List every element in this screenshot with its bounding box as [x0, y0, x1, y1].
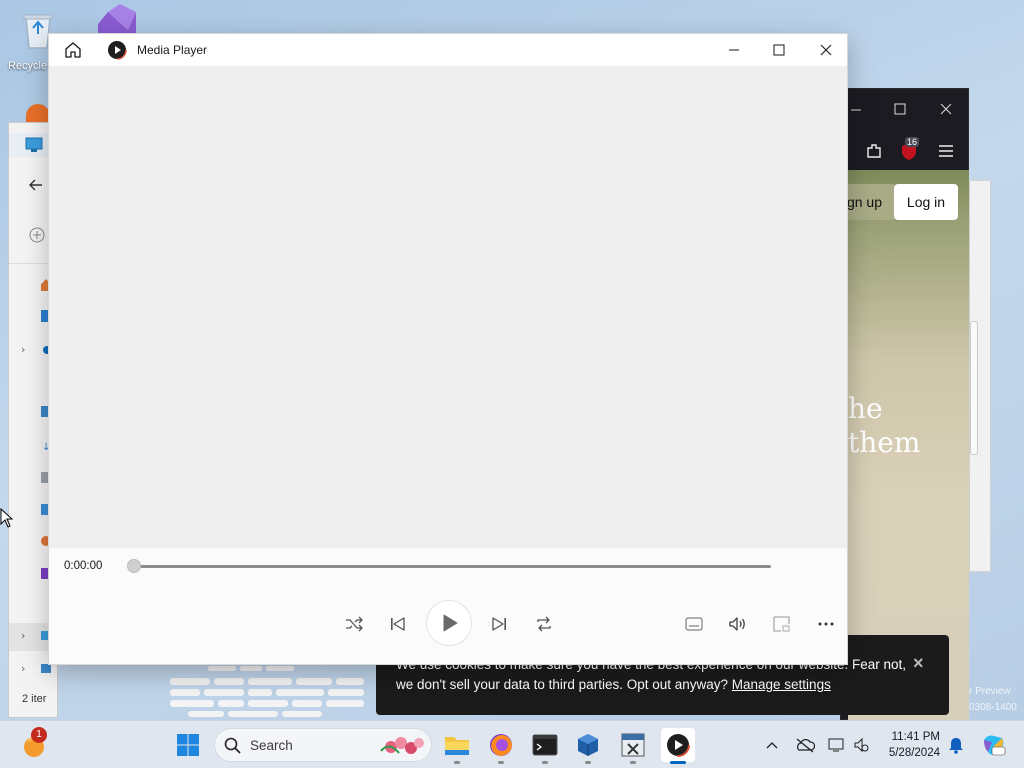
start-button[interactable]: [172, 729, 204, 761]
windows-logo-icon: [177, 734, 199, 756]
playback-controls: 0:00:00: [49, 548, 847, 664]
title-bar[interactable]: Media Player: [49, 34, 847, 66]
copilot-icon[interactable]: [980, 732, 1006, 758]
play-button[interactable]: [426, 600, 472, 646]
notification-badge: 1: [31, 727, 47, 743]
running-indicator: [454, 761, 460, 764]
arrow-left-icon: [29, 179, 42, 191]
running-indicator: [498, 761, 504, 764]
seek-bar[interactable]: [133, 565, 771, 568]
minimize-icon[interactable]: [727, 43, 741, 57]
hamburger-menu-icon[interactable]: [937, 143, 955, 159]
cookie-text-line2: we don't sell your data to third parties…: [396, 675, 831, 695]
panel-field: [970, 321, 978, 455]
running-indicator: [585, 761, 591, 764]
notification-bell-icon[interactable]: [948, 736, 964, 754]
volume-muted-icon[interactable]: [853, 737, 869, 753]
ublock-badge: 16: [905, 137, 920, 147]
volume-button[interactable]: [722, 608, 754, 640]
extensions-icon[interactable]: [865, 142, 883, 160]
firefox-icon: [490, 734, 512, 756]
subtitles-button[interactable]: [678, 608, 710, 640]
archive-icon: [621, 733, 645, 757]
site-logo: [168, 664, 368, 720]
home-icon[interactable]: [64, 41, 82, 59]
active-app-indicator: [670, 761, 686, 764]
seek-thumb[interactable]: [127, 559, 141, 573]
monitor-icon: [25, 137, 43, 152]
manage-settings-link[interactable]: Manage settings: [732, 677, 831, 692]
skip-next-icon: [492, 617, 506, 631]
mouse-cursor-icon: [0, 508, 14, 528]
running-indicator: [542, 761, 548, 764]
terminal-icon: [532, 734, 558, 756]
maximize-icon[interactable]: [894, 103, 906, 115]
volume-icon: [729, 617, 745, 631]
media-player-logo-icon: [107, 40, 127, 60]
next-button[interactable]: [483, 608, 515, 640]
chevron-right-icon[interactable]: ›: [21, 629, 25, 642]
browser-headline-line2: them: [848, 426, 921, 459]
captions-icon: [685, 617, 703, 631]
maximize-icon[interactable]: [772, 43, 786, 57]
network-icon[interactable]: [827, 737, 847, 753]
taskbar: 1 Search 11:41 PM 5/28/2024: [0, 720, 1024, 768]
repeat-icon: [537, 616, 551, 632]
cookie-close-button[interactable]: ×: [913, 653, 924, 674]
system-clock[interactable]: 11:41 PM 5/28/2024: [889, 729, 940, 761]
virtualbox-app[interactable]: [572, 729, 604, 761]
skip-previous-icon: [391, 617, 405, 631]
terminal-app[interactable]: [529, 729, 561, 761]
plus-circle-icon: [29, 227, 45, 243]
cookie-text-line2-text: we don't sell your data to third parties…: [396, 677, 732, 692]
video-area[interactable]: [49, 66, 847, 548]
preview-watermark-line1: r Preview: [969, 686, 1011, 697]
clock-time: 11:41 PM: [891, 731, 940, 743]
running-indicator: [630, 761, 636, 764]
signup-button[interactable]: ign up: [848, 184, 894, 220]
mini-player-button[interactable]: [766, 608, 798, 640]
play-icon: [443, 614, 458, 632]
media-player-app[interactable]: [661, 728, 695, 762]
media-player-icon: [666, 733, 690, 757]
folder-icon: [445, 737, 469, 755]
preview-watermark-line2: 0308-1400: [969, 702, 1017, 713]
search-placeholder: Search: [250, 738, 293, 753]
window-title: Media Player: [137, 43, 208, 57]
firefox-app[interactable]: [485, 729, 517, 761]
previous-button[interactable]: [382, 608, 414, 640]
onedrive-offline-icon[interactable]: [795, 737, 815, 753]
browser-headline-line1: he: [848, 392, 883, 425]
close-icon[interactable]: [940, 103, 952, 115]
chevron-right-icon[interactable]: ›: [21, 662, 25, 675]
firefox-desktop-icon[interactable]: [26, 104, 50, 124]
background-panel: [969, 180, 991, 572]
repeat-button[interactable]: [528, 608, 560, 640]
search-icon: [224, 737, 241, 754]
media-player-window: Media Player 0:00:00: [48, 33, 848, 665]
shuffle-button[interactable]: [338, 608, 370, 640]
more-dots-icon: [818, 622, 834, 626]
more-options-button[interactable]: [810, 608, 842, 640]
file-explorer-app[interactable]: [441, 729, 473, 761]
search-highlight-icon: [380, 737, 424, 754]
network-icon: [41, 664, 51, 673]
taskbar-search[interactable]: Search: [214, 728, 432, 762]
mini-player-icon: [773, 616, 790, 632]
login-button[interactable]: Log in: [894, 184, 958, 220]
virtualbox-icon: [578, 734, 598, 756]
close-icon[interactable]: [819, 43, 833, 57]
current-time: 0:00:00: [64, 560, 103, 572]
minimize-icon[interactable]: [850, 104, 862, 116]
explorer-status-text: 2 iter: [22, 693, 47, 705]
chevron-up-icon[interactable]: [765, 740, 779, 750]
shuffle-icon: [346, 616, 363, 632]
chevron-right-icon[interactable]: ›: [21, 343, 25, 356]
recycle-bin-label[interactable]: Recycle: [8, 60, 47, 72]
archive-app[interactable]: [617, 729, 649, 761]
clock-date: 5/28/2024: [888, 747, 940, 759]
